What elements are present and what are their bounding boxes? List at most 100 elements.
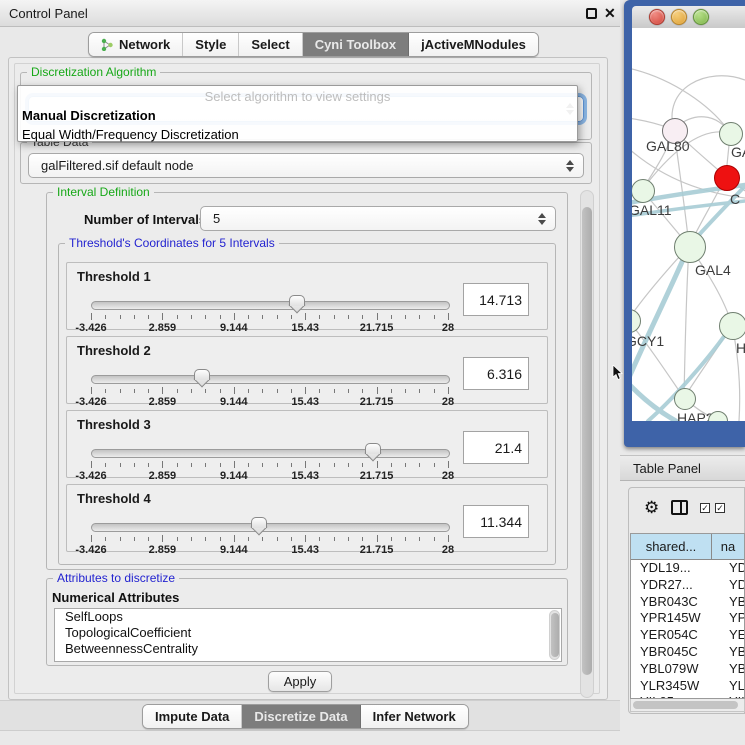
network-node-label: C xyxy=(730,191,740,207)
threshold-value-field[interactable]: 11.344 xyxy=(463,505,529,538)
threshold-label: Threshold 1 xyxy=(77,269,151,284)
tab-network[interactable]: Network xyxy=(89,33,183,56)
group-title: Interval Definition xyxy=(53,185,154,199)
threshold-3-slider[interactable]: -3.4262.8599.14415.4321.71528 xyxy=(91,447,448,477)
slider-track[interactable] xyxy=(91,375,450,384)
table-data-combobox[interactable]: galFiltered.sif default node xyxy=(28,153,584,178)
gear-icon[interactable]: ⚙ xyxy=(644,498,659,518)
column-header-name[interactable]: na xyxy=(712,534,744,559)
settings-scrollbar[interactable] xyxy=(580,190,594,698)
slider-track[interactable] xyxy=(91,301,450,310)
checkbox-icon[interactable]: ✓ xyxy=(700,503,710,513)
network-node-label: GCY1 xyxy=(632,333,664,349)
network-node[interactable] xyxy=(719,312,745,340)
group-title: Discretization Algorithm xyxy=(27,65,160,79)
network-node[interactable] xyxy=(674,388,696,410)
scrollbar-thumb[interactable] xyxy=(633,701,738,709)
slider-handle[interactable] xyxy=(365,443,381,462)
tick-label: -3.426 xyxy=(75,544,106,556)
threshold-4-slider[interactable]: -3.4262.8599.14415.4321.71528 xyxy=(91,521,448,551)
threshold-value-field[interactable]: 21.4 xyxy=(463,431,529,464)
network-node[interactable] xyxy=(719,122,743,146)
table-cell: YBR043C xyxy=(631,594,720,611)
tick-label: -3.426 xyxy=(75,322,106,334)
attribute-item[interactable]: SelfLoops xyxy=(55,609,561,625)
network-node-label: GA xyxy=(731,144,745,160)
slider-tick-labels: -3.4262.8599.14415.4321.71528 xyxy=(91,544,448,556)
attribute-item[interactable]: TopologicalCoefficient xyxy=(55,625,561,641)
tab-select[interactable]: Select xyxy=(239,33,302,56)
tab-impute-data[interactable]: Impute Data xyxy=(143,705,242,728)
tick-label: 2.859 xyxy=(149,322,177,334)
table-horizontal-scrollbar[interactable] xyxy=(630,699,745,712)
slider-track[interactable] xyxy=(91,523,450,532)
attribute-item[interactable]: BetweennessCentrality xyxy=(55,641,561,657)
threshold-value-field[interactable]: 6.316 xyxy=(463,357,529,390)
tab-style[interactable]: Style xyxy=(183,33,239,56)
float-window-icon[interactable] xyxy=(586,8,597,19)
table-row[interactable]: YBR045CYBR0 xyxy=(631,644,744,661)
network-canvas[interactable]: GAL80GACGAL11GAL4GCY1HHAP2 xyxy=(632,28,745,421)
tick-label: 28 xyxy=(442,470,454,482)
group-title: Threshold's Coordinates for 5 Intervals xyxy=(65,236,279,250)
network-view-window: GAL80GACGAL11GAL4GCY1HHAP2 xyxy=(624,0,745,447)
table-row[interactable]: YDR27...YDR2 xyxy=(631,577,744,594)
slider-handle[interactable] xyxy=(251,517,267,536)
tab-jactivemnodules[interactable]: jActiveMNodules xyxy=(409,33,538,56)
slider-handle[interactable] xyxy=(289,295,305,314)
threshold-label: Threshold 4 xyxy=(77,491,151,506)
dropdown-option-equal-width[interactable]: Equal Width/Frequency Discretization xyxy=(18,125,577,144)
number-of-intervals-label: Number of Intervals xyxy=(84,212,206,227)
zoom-traffic-light-icon[interactable] xyxy=(693,9,709,25)
dropdown-option-manual-discretization[interactable]: Manual Discretization xyxy=(18,106,577,125)
tab-cyni-toolbox[interactable]: Cyni Toolbox xyxy=(303,33,409,56)
slider-handle[interactable] xyxy=(194,369,210,388)
minimize-traffic-light-icon[interactable] xyxy=(671,9,687,25)
table-row[interactable]: YBL079WYBL0 xyxy=(631,661,744,678)
tick-label: 15.43 xyxy=(291,544,319,556)
split-columns-icon[interactable] xyxy=(671,500,688,515)
slider-track[interactable] xyxy=(91,449,450,458)
table-row[interactable]: YER054CYER0 xyxy=(631,627,744,644)
threshold-1-slider[interactable]: -3.4262.8599.14415.4321.71528 xyxy=(91,299,448,329)
tick-label: 9.144 xyxy=(220,396,248,408)
table-row[interactable]: YDL19...YDL1 xyxy=(631,560,744,577)
network-icon xyxy=(101,38,114,51)
tab-label: Network xyxy=(119,37,170,52)
attributes-list-scrollbar[interactable] xyxy=(549,610,560,660)
table-cell: YDR27... xyxy=(631,577,720,594)
number-of-intervals-combobox[interactable]: 5 xyxy=(200,206,556,231)
apply-button[interactable]: Apply xyxy=(268,671,332,692)
threshold-2-slider[interactable]: -3.4262.8599.14415.4321.71528 xyxy=(91,373,448,403)
network-window-titlebar xyxy=(632,6,745,29)
table-row[interactable]: YLR345WYLR3 xyxy=(631,678,744,695)
tick-label: 15.43 xyxy=(291,396,319,408)
scrollbar-thumb[interactable] xyxy=(582,207,592,675)
network-node[interactable] xyxy=(674,231,706,263)
dropdown-prompt[interactable]: Select algorithm to view settings xyxy=(18,86,577,106)
table-cell: YDR2 xyxy=(720,577,744,594)
scrollbar-thumb[interactable] xyxy=(551,613,559,657)
table-row[interactable]: YBR043CYBR0 xyxy=(631,594,744,611)
tab-infer-network[interactable]: Infer Network xyxy=(361,705,468,728)
slider-ticks xyxy=(91,461,448,469)
network-node[interactable] xyxy=(632,179,655,203)
tick-label: 15.43 xyxy=(291,470,319,482)
close-icon[interactable]: ✕ xyxy=(604,5,616,22)
tick-label: 15.43 xyxy=(291,322,319,334)
column-header-shared-name[interactable]: shared... xyxy=(631,534,712,559)
stepper-icon xyxy=(538,213,546,225)
tick-label: 21.715 xyxy=(360,544,394,556)
tab-discretize-data[interactable]: Discretize Data xyxy=(242,705,360,728)
threshold-value-field[interactable]: 14.713 xyxy=(463,283,529,316)
table-cell: YER0 xyxy=(720,627,744,644)
close-traffic-light-icon[interactable] xyxy=(649,9,665,25)
threshold-1-block: Threshold 1 -3.4262.8599.14415.4321.7152… xyxy=(66,262,548,330)
top-tab-bar: Network Style Select Cyni Toolbox jActiv… xyxy=(88,32,539,57)
tick-label: 28 xyxy=(442,322,454,334)
checkbox-icon[interactable]: ✓ xyxy=(715,503,725,513)
table-row[interactable]: YPR145WYPR1 xyxy=(631,610,744,627)
network-node[interactable] xyxy=(714,165,740,191)
number-of-intervals-value: 5 xyxy=(213,211,220,226)
numerical-attributes-list[interactable]: SelfLoopsTopologicalCoefficientBetweenne… xyxy=(54,608,562,662)
